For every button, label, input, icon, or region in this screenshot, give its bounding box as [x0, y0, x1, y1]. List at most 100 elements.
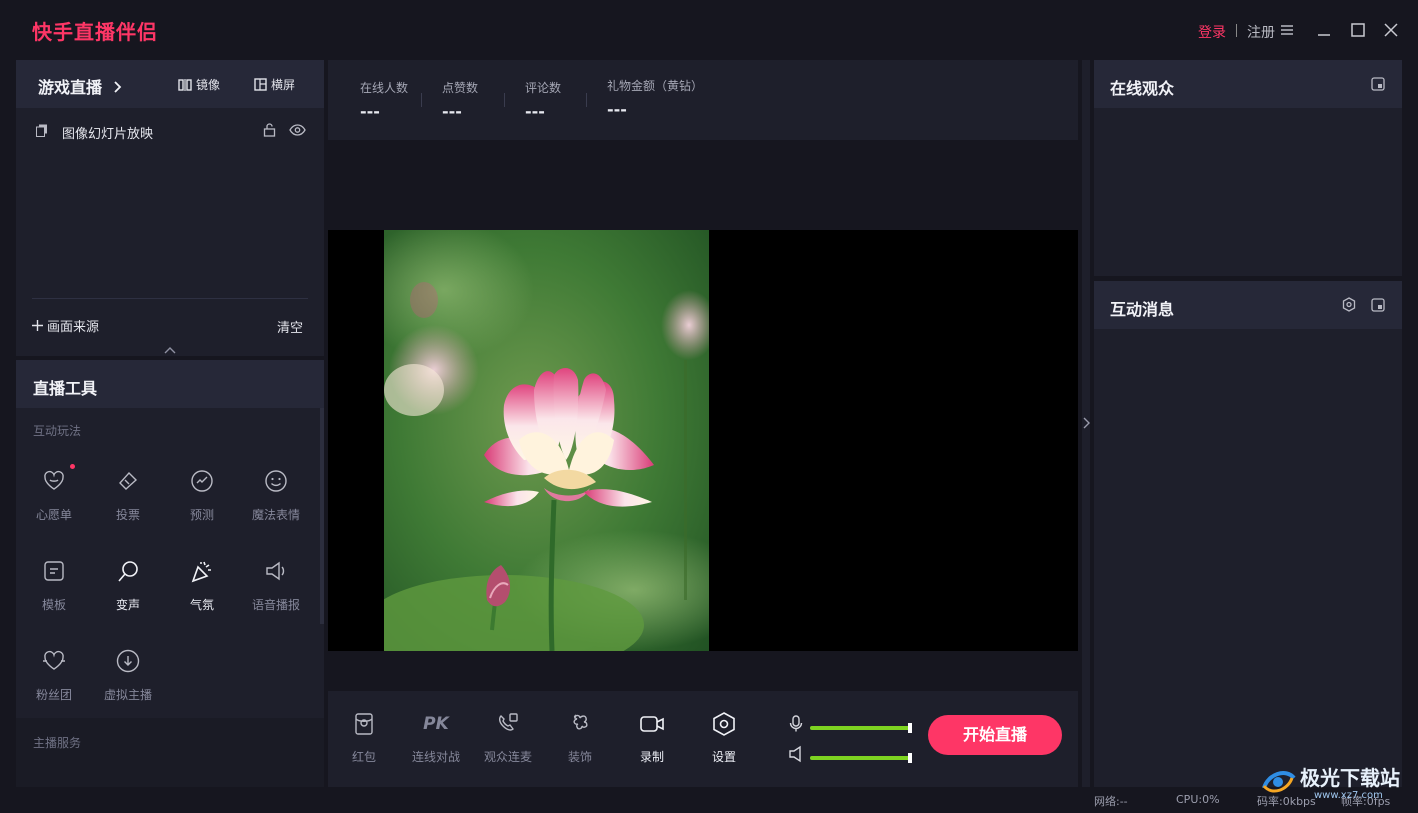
eye-icon[interactable] [289, 124, 306, 136]
vote-icon [115, 468, 141, 494]
toolbar-label: 装饰 [567, 750, 592, 764]
message-settings-icon[interactable] [1342, 297, 1356, 312]
toolbar-label: 观众连麦 [483, 750, 532, 764]
speaker-volume-handle[interactable] [908, 753, 912, 763]
stat-label: 评论数 [525, 81, 562, 95]
speaker-output-icon[interactable] [788, 745, 804, 763]
tool-voice-change[interactable]: 变声 [91, 558, 165, 613]
red-packet-icon [351, 711, 377, 737]
stat-label: 在线人数 [360, 81, 409, 95]
toolbar-label: 设置 [711, 750, 736, 764]
tool-magic-emoji[interactable]: 魔法表情 [239, 468, 313, 523]
smiley-icon [263, 468, 289, 494]
tool-label: 虚拟主播 [103, 688, 152, 702]
register-link[interactable]: 注册 [1247, 22, 1275, 42]
tool-label: 变声 [115, 598, 140, 612]
stat-value: --- [360, 102, 380, 121]
unlock-icon[interactable] [263, 123, 276, 137]
mic-volume-fill [810, 726, 910, 730]
stat-label: 礼物金额（黄钻） [607, 79, 704, 93]
toolbar-label: 红包 [351, 750, 376, 764]
tool-label: 投票 [115, 508, 140, 522]
chevron-right-icon[interactable] [1083, 417, 1090, 429]
new-badge-dot [70, 464, 75, 469]
live-tools-panel: 直播工具 互动玩法 心愿单 投票 预测 魔法表情 模板 变声 气氛 语音播报 粉… [16, 360, 324, 787]
toolbar-label: 录制 [639, 750, 664, 764]
image-source-icon [36, 124, 47, 137]
live-tools-header: 直播工具 [16, 360, 324, 408]
close-icon[interactable] [1383, 22, 1399, 42]
tool-wishlist[interactable]: 心愿单 [17, 464, 91, 523]
maximize-icon[interactable] [1350, 22, 1366, 42]
stat-value: --- [442, 102, 462, 121]
tool-label: 预测 [189, 508, 214, 522]
tool-label: 魔法表情 [251, 508, 300, 522]
stat-divider [586, 93, 587, 107]
stat-value: --- [525, 102, 545, 121]
tool-virtual-host[interactable]: 虚拟主播 [91, 648, 165, 703]
mic-volume-slider[interactable] [810, 723, 912, 733]
popout-window-icon[interactable] [1371, 298, 1385, 312]
online-audience-title: 在线观众 [1110, 79, 1175, 98]
toolbar-decoration[interactable]: 装饰 [544, 711, 616, 765]
watermark-logo: 极光下载站 www.xz7.com [1258, 758, 1408, 810]
toolbar-audience-link[interactable]: 观众连麦 [472, 711, 544, 765]
scene-panel-header: 游戏直播 镜像 横屏 [16, 60, 324, 108]
source-divider [32, 298, 308, 299]
tools-scrollbar[interactable] [320, 408, 324, 624]
section-host-service: 主播服务 [33, 736, 82, 750]
interaction-messages-title: 互动消息 [1110, 300, 1175, 319]
start-live-button[interactable]: 开始直播 [928, 715, 1062, 755]
tool-predict[interactable]: 预测 [165, 468, 239, 523]
watermark-url: www.xz7.com [1314, 790, 1383, 801]
clear-button[interactable]: 清空 [277, 317, 303, 336]
toolbar-settings[interactable]: 设置 [688, 711, 760, 765]
tool-atmosphere[interactable]: 气氛 [165, 558, 239, 613]
settings-hex-icon [711, 711, 737, 737]
toolbar-pk[interactable]: PK 连线对战 [400, 711, 472, 765]
landscape-button[interactable]: 横屏 [254, 76, 295, 93]
mirror-button[interactable]: 镜像 [178, 76, 220, 93]
collapse-chevron-up-icon[interactable] [164, 347, 176, 354]
toolbar-record[interactable]: 录制 [616, 711, 688, 765]
mic-volume-handle[interactable] [908, 723, 912, 733]
pk-icon: PK [423, 714, 449, 734]
minimize-icon[interactable] [1316, 22, 1332, 42]
host-service-section: 主播服务 [16, 718, 324, 787]
tool-label: 心愿单 [35, 508, 72, 522]
tool-label: 气氛 [189, 598, 214, 612]
tool-voice-broadcast[interactable]: 语音播报 [239, 558, 313, 613]
tool-label: 粉丝团 [35, 688, 72, 702]
tool-template[interactable]: 模板 [17, 558, 91, 613]
speaker-volume-slider[interactable] [810, 753, 912, 763]
tool-vote[interactable]: 投票 [91, 468, 165, 523]
landscape-icon [254, 78, 267, 91]
stat-gift-amount: 礼物金额（黄钻） --- [607, 77, 703, 119]
landscape-label: 横屏 [271, 78, 296, 92]
toolbar-label: 连线对战 [411, 750, 460, 764]
live-preview[interactable] [328, 230, 1078, 651]
live-tools-title: 直播工具 [33, 379, 98, 398]
tool-fan-club[interactable]: 粉丝团 [17, 648, 91, 703]
menu-icon[interactable] [1280, 22, 1294, 41]
record-camera-icon [639, 711, 665, 737]
tool-label: 语音播报 [251, 598, 300, 612]
source-name: 图像幻灯片放映 [62, 127, 154, 142]
chevron-right-icon [113, 78, 122, 97]
stat-divider [421, 93, 422, 107]
voice-change-icon [115, 558, 141, 584]
add-source-label: 画面来源 [47, 320, 100, 335]
status-cpu: CPU:0% [1176, 793, 1220, 806]
right-panel-toggle-strip[interactable] [1082, 60, 1090, 787]
speaker-volume-fill [810, 756, 910, 760]
scene-selector[interactable]: 游戏直播 [38, 74, 122, 98]
stat-online-viewers: 在线人数 --- [360, 79, 408, 121]
section-interactive: 互动玩法 [33, 424, 82, 438]
login-link[interactable]: 登录 [1198, 22, 1226, 42]
toolbar-red-packet[interactable]: 红包 [328, 711, 400, 765]
source-list-item[interactable]: 图像幻灯片放映 [16, 120, 324, 144]
add-source-button[interactable]: 画面来源 [32, 316, 99, 335]
popout-window-icon[interactable] [1371, 77, 1385, 91]
microphone-icon[interactable] [789, 715, 803, 733]
stat-comments: 评论数 --- [525, 79, 561, 121]
